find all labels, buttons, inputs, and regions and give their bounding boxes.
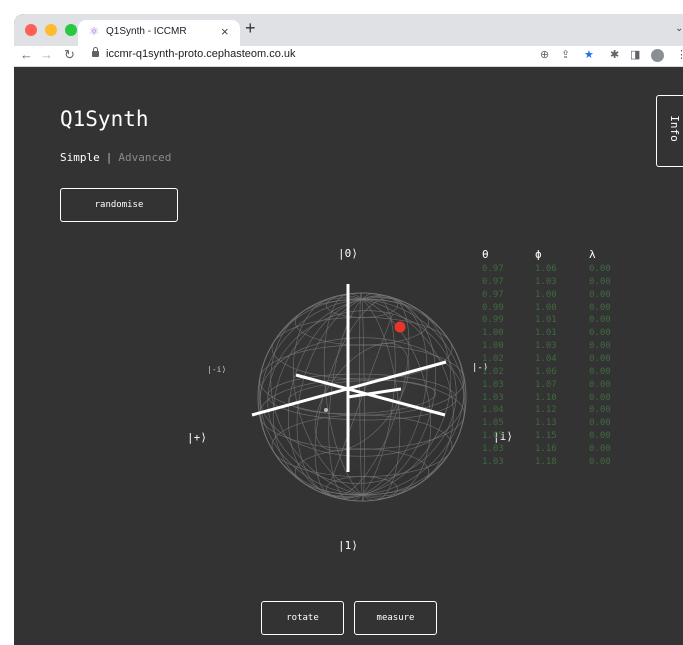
tab-title: Q1Synth - ICCMR bbox=[106, 26, 187, 37]
qubit-state-point[interactable] bbox=[394, 321, 406, 333]
table-cell: 1.03 bbox=[482, 379, 504, 390]
table-cell: 0.00 bbox=[589, 379, 611, 390]
address-bar[interactable]: iccmr-q1synth-proto.cephasteom.co.uk bbox=[106, 48, 296, 60]
table-cell: 0.97 bbox=[482, 264, 504, 274]
table-cell: 1.16 bbox=[535, 443, 557, 454]
atom-icon: ⚛ bbox=[89, 26, 99, 38]
maximize-window-button[interactable] bbox=[65, 24, 77, 36]
label-ket-zero: |0⟩ bbox=[338, 247, 358, 260]
table-header: ϕ bbox=[535, 248, 542, 261]
table-cell: 1.18 bbox=[535, 456, 557, 467]
table-cell: 1.13 bbox=[535, 418, 557, 429]
side-panel-icon[interactable]: ◨ bbox=[630, 48, 640, 62]
share-icon[interactable]: ⇪ bbox=[561, 48, 570, 62]
table-cell: 1.06 bbox=[535, 264, 557, 274]
tab-strip: ⚛ Q1Synth - ICCMR × + ⌄ bbox=[14, 14, 683, 46]
table-cell: 1.07 bbox=[535, 379, 557, 390]
browser-tab-active[interactable]: ⚛ Q1Synth - ICCMR × bbox=[78, 20, 240, 46]
table-cell: 0.00 bbox=[589, 341, 611, 352]
app-page: Q1Synth Simple | Advanced randomise Info |… bbox=[14, 67, 683, 645]
table-cell: 1.04 bbox=[482, 405, 504, 416]
table-cell: 1.12 bbox=[535, 405, 557, 416]
extensions-icon[interactable]: ✱ bbox=[610, 48, 619, 62]
label-ket-minus-i: |-i⟩ bbox=[207, 365, 227, 374]
table-cell: 0.00 bbox=[589, 315, 611, 326]
label-ket-one: |1⟩ bbox=[338, 539, 358, 552]
table-cell: 1.01 bbox=[535, 328, 557, 339]
back-pole-point bbox=[324, 408, 328, 412]
table-cell: 0.00 bbox=[589, 418, 611, 429]
browser-toolbar: ← → ↻ iccmr-q1synth-proto.cephasteom.co.… bbox=[14, 46, 683, 67]
table-cell: 1.05 bbox=[482, 418, 504, 429]
table-cell: 1.00 bbox=[535, 302, 557, 313]
chevron-down-icon[interactable]: ⌄ bbox=[675, 23, 683, 34]
table-cell: 0.97 bbox=[482, 289, 504, 300]
table-cell: 0.00 bbox=[589, 302, 611, 313]
table-cell: 1.03 bbox=[482, 392, 504, 403]
forward-arrow-icon[interactable]: → bbox=[40, 47, 53, 63]
more-menu-icon[interactable]: ⋮ bbox=[676, 48, 683, 62]
star-icon[interactable]: ★ bbox=[584, 48, 594, 62]
table-cell: 1.00 bbox=[535, 289, 557, 300]
table-cell: 1.01 bbox=[535, 315, 557, 326]
table-cell: 0.00 bbox=[589, 289, 611, 300]
table-cell: 1.02 bbox=[482, 366, 504, 377]
table-cell: 0.00 bbox=[589, 366, 611, 377]
table-cell: 1.00 bbox=[482, 341, 504, 352]
table-header: θ bbox=[482, 248, 489, 261]
table-cell: 1.03 bbox=[482, 443, 504, 454]
table-cell: 0.99 bbox=[482, 315, 504, 326]
table-cell: 1.05 bbox=[482, 431, 504, 442]
table-cell: 0.97 bbox=[482, 276, 504, 287]
lock-icon[interactable] bbox=[92, 47, 99, 57]
table-cell: 0.00 bbox=[589, 443, 611, 454]
table-cell: 0.00 bbox=[589, 264, 611, 274]
table-cell: 0.00 bbox=[589, 392, 611, 403]
table-cell: 1.04 bbox=[535, 353, 557, 364]
table-cell: 1.10 bbox=[535, 392, 557, 403]
tab-close-button[interactable]: × bbox=[221, 24, 229, 39]
table-cell: 0.00 bbox=[589, 405, 611, 416]
close-window-button[interactable] bbox=[25, 24, 37, 36]
reload-icon[interactable]: ↻ bbox=[64, 47, 75, 63]
rotate-button[interactable]: rotate bbox=[261, 601, 344, 635]
label-ket-plus: |+⟩ bbox=[187, 431, 207, 444]
table-cell: 1.06 bbox=[535, 366, 557, 377]
table-cell: 0.00 bbox=[589, 456, 611, 467]
table-cell: 0.00 bbox=[589, 328, 611, 339]
table-cell: 1.03 bbox=[535, 276, 557, 287]
profile-avatar-icon[interactable] bbox=[651, 49, 664, 62]
bloch-sphere[interactable] bbox=[14, 67, 683, 645]
measure-button[interactable]: measure bbox=[354, 601, 437, 635]
table-cell: 0.00 bbox=[589, 276, 611, 287]
table-cell: 1.02 bbox=[482, 353, 504, 364]
table-cell: 1.03 bbox=[535, 341, 557, 352]
table-cell: 0.00 bbox=[589, 431, 611, 442]
table-header: λ bbox=[589, 248, 596, 261]
table-cell: 0.99 bbox=[482, 302, 504, 313]
zoom-icon[interactable]: ⊕ bbox=[540, 48, 549, 62]
sphere-wireframe bbox=[257, 292, 467, 502]
new-tab-button[interactable]: + bbox=[245, 18, 256, 38]
table-cell: 1.00 bbox=[482, 328, 504, 339]
back-arrow-icon[interactable]: ← bbox=[20, 47, 33, 63]
browser-window: ⚛ Q1Synth - ICCMR × + ⌄ ← → ↻ iccmr-q1sy… bbox=[14, 14, 683, 645]
table-cell: 0.00 bbox=[589, 353, 611, 364]
minimize-window-button[interactable] bbox=[45, 24, 57, 36]
table-cell: 1.03 bbox=[482, 456, 504, 467]
table-cell: 1.15 bbox=[535, 431, 557, 442]
